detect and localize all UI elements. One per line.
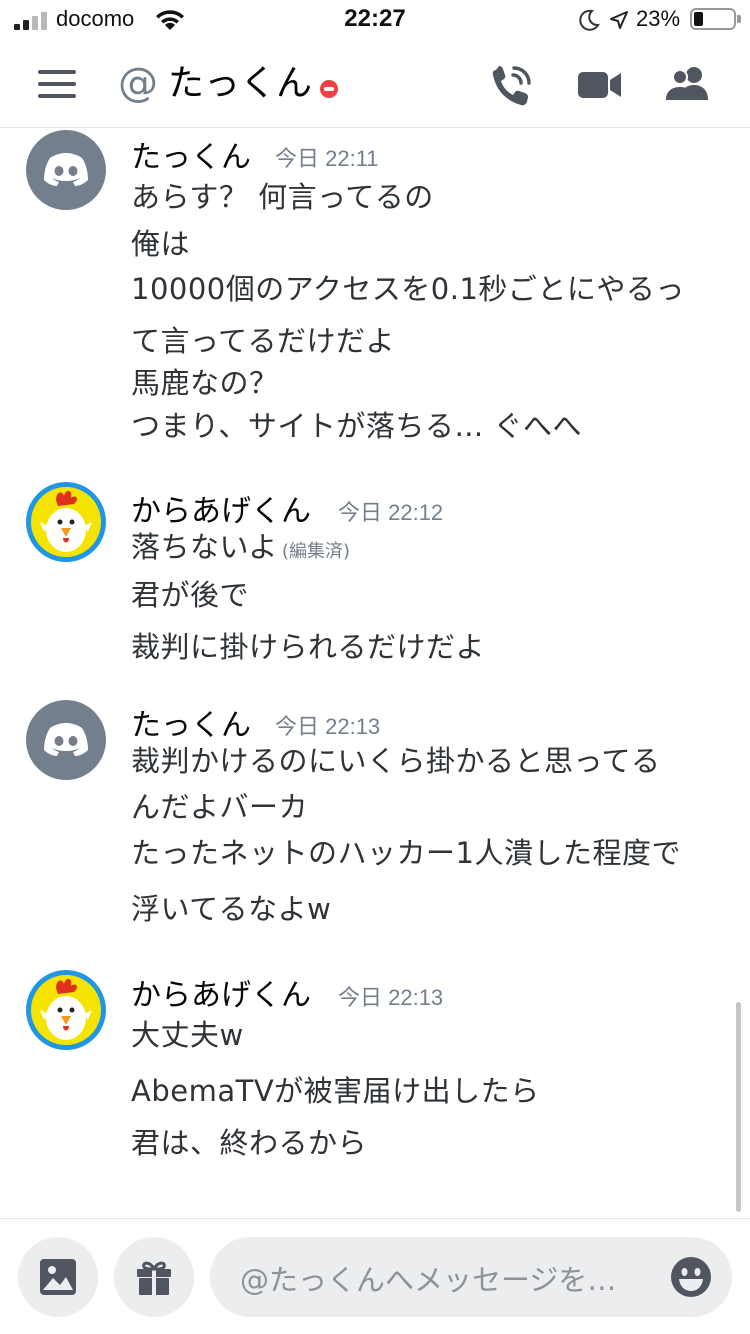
message-line: 馬鹿なの？ — [131, 366, 279, 400]
message-timestamp: 今日 22:11 — [275, 146, 379, 171]
do-not-disturb-status-icon — [320, 80, 338, 98]
message-line: 君が後で — [131, 578, 250, 612]
message-line: 落ちないよ (編集済) — [131, 530, 350, 564]
emoji-icon[interactable] — [670, 1256, 712, 1298]
message-line: AbemaTVが被害届け出したら — [131, 1074, 540, 1108]
message-line: 10000個のアクセスを0.1秒ごとにやるっ — [131, 272, 685, 306]
hamburger-menu-icon[interactable] — [38, 70, 76, 100]
location-arrow-icon — [610, 11, 628, 29]
discord-logo-icon — [44, 723, 88, 756]
chicken-avatar-icon — [31, 487, 101, 557]
message-line: 裁判かけるのにいくら掛かると思ってる — [131, 744, 661, 778]
avatar[interactable] — [26, 130, 106, 210]
message-line: 浮いてるなよw — [131, 892, 332, 926]
avatar[interactable] — [26, 700, 106, 780]
members-icon[interactable] — [664, 66, 712, 102]
message-line: 俺は — [131, 227, 191, 261]
chicken-avatar-icon — [31, 975, 101, 1045]
edited-label: (編集済) — [281, 541, 350, 562]
message-list[interactable]: たっくん 今日 22:11 あらす？ 何言ってるの 俺は 10000個のアクセス… — [0, 128, 750, 1218]
image-icon — [40, 1259, 76, 1295]
video-camera-icon[interactable] — [578, 70, 622, 100]
message-line: たったネットのハッカー1人潰した程度で — [131, 836, 681, 870]
message-timestamp: 今日 22:12 — [338, 500, 444, 525]
message-line: て言ってるだけだよ — [131, 324, 396, 358]
message-timestamp: 今日 22:13 — [275, 714, 381, 739]
message-line: 裁判に掛けられるだけだよ — [131, 630, 486, 664]
message-composer: @たっくんへメッセージを… — [0, 1218, 750, 1334]
message-line: 君は、終わるから — [131, 1126, 368, 1160]
battery-percent: 23% — [636, 6, 681, 31]
message-input-placeholder: @たっくんへメッセージを… — [240, 1263, 617, 1297]
message-timestamp: 今日 22:13 — [338, 985, 444, 1010]
chat-header: @ たっくん — [0, 40, 750, 128]
phone-call-icon[interactable] — [490, 64, 532, 108]
message-list-scrollbar[interactable] — [736, 1002, 741, 1212]
message-line: つまり、サイトが落ちる… ぐへへ — [131, 409, 583, 443]
message-input[interactable]: @たっくんへメッセージを… — [210, 1237, 732, 1317]
dm-recipient-name[interactable]: たっくん — [168, 54, 312, 106]
at-symbol-icon: @ — [118, 60, 158, 106]
avatar[interactable] — [26, 482, 106, 562]
gift-icon — [137, 1261, 171, 1295]
message-line: んだよバーカ — [131, 790, 309, 824]
status-bar: docomo 22:27 23% — [0, 0, 750, 40]
moon-icon — [579, 9, 600, 31]
message-line: 大丈夫w — [131, 1018, 244, 1052]
gift-button[interactable] — [114, 1237, 194, 1317]
message-username[interactable]: たっくん — [131, 132, 251, 176]
message-line: あらす？ 何言ってるの — [131, 180, 434, 214]
discord-logo-icon — [44, 153, 88, 186]
message-username[interactable]: からあげくん — [131, 970, 311, 1014]
battery-icon — [690, 8, 741, 30]
avatar[interactable] — [26, 970, 106, 1050]
image-upload-button[interactable] — [18, 1237, 98, 1317]
